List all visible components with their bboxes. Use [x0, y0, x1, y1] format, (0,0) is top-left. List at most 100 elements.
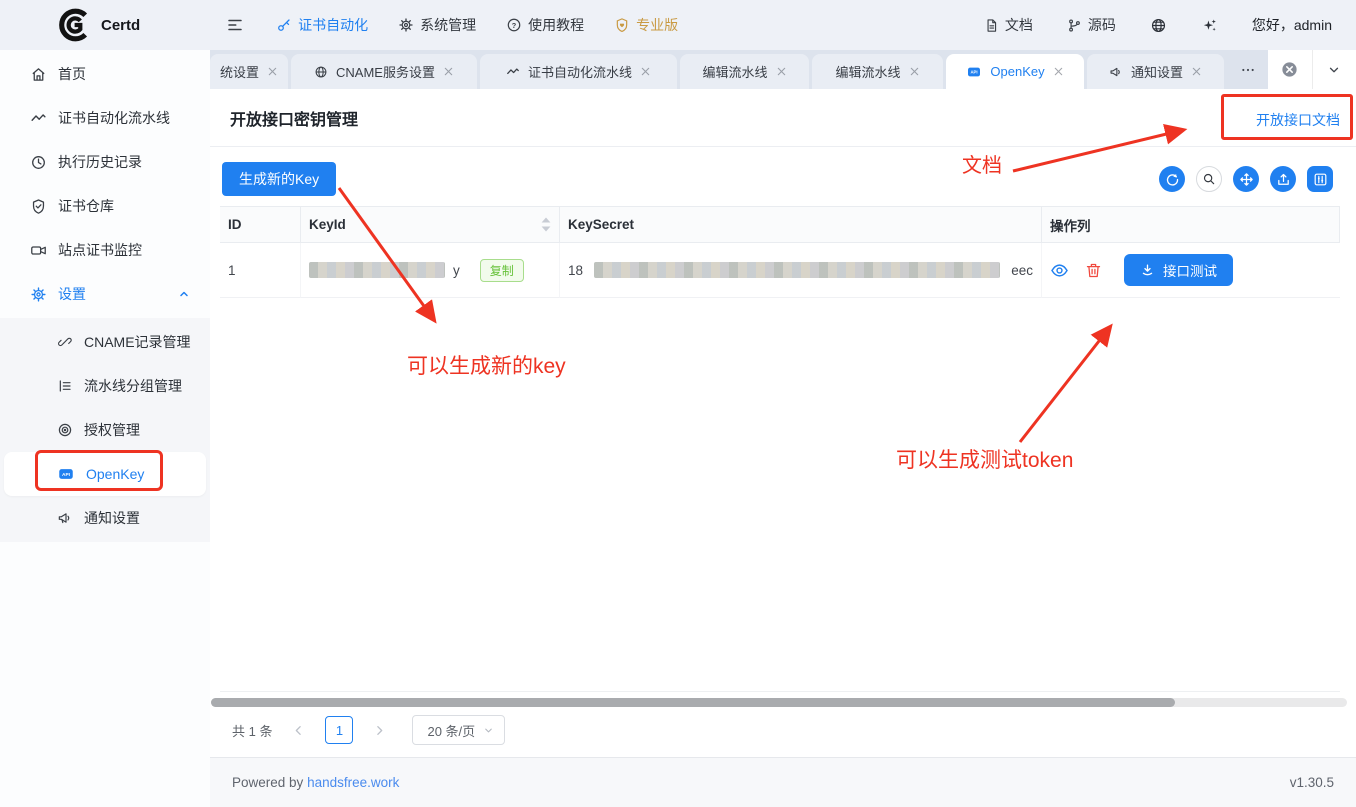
- api-test-button[interactable]: 接口测试: [1124, 254, 1233, 286]
- column-settings-button[interactable]: [1307, 166, 1333, 192]
- close-tab-icon[interactable]: [1191, 66, 1202, 77]
- pagination: 共 1 条 1 20 条/页: [232, 715, 505, 745]
- page-size-select[interactable]: 20 条/页: [412, 715, 505, 745]
- api-test-label: 接口测试: [1163, 260, 1217, 280]
- column-header-id: ID: [220, 206, 301, 243]
- close-all-tabs-button[interactable]: [1268, 50, 1312, 89]
- topnav-tutorial[interactable]: ? 使用教程: [506, 15, 584, 35]
- handsfree-link[interactable]: handsfree.work: [307, 775, 399, 790]
- table-row: 1 y 复制 18 eec: [220, 243, 1340, 298]
- api-badge-icon: API: [57, 465, 75, 483]
- delete-trash-icon[interactable]: [1085, 262, 1102, 279]
- copy-button[interactable]: 复制: [480, 259, 524, 282]
- tab-settings-partial[interactable]: 统设置: [210, 54, 288, 89]
- git-branch-icon: [1067, 18, 1082, 33]
- column-header-keysecret: KeySecret: [560, 206, 1042, 243]
- close-tab-icon[interactable]: [443, 66, 454, 77]
- sort-icon[interactable]: [541, 217, 551, 232]
- close-tab-icon[interactable]: [909, 66, 920, 77]
- sidebar-item-history[interactable]: 执行历史记录: [0, 140, 210, 184]
- document-icon: [984, 18, 999, 33]
- export-button[interactable]: [1270, 166, 1296, 192]
- sidebar: 首页 证书自动化流水线 执行历史记录 证书仓库: [0, 50, 210, 807]
- link-icon: [57, 334, 73, 350]
- tab-bar: 统设置 CNAME服务设置 证书自动化流水线 编辑流水线: [210, 50, 1356, 89]
- tab-openkey[interactable]: API OpenKey: [946, 54, 1084, 89]
- globe-language-icon[interactable]: [1150, 17, 1167, 34]
- tab-edit-pipeline-1[interactable]: 编辑流水线: [680, 54, 809, 89]
- tab-cert-pipelines[interactable]: 证书自动化流水线: [480, 54, 677, 89]
- version-text: v1.30.5: [1290, 775, 1334, 790]
- top-navigation: 证书自动化 系统管理 ? 使用教程: [276, 15, 678, 35]
- gear-icon: [30, 286, 47, 303]
- sidebar-item-site-monitor[interactable]: 站点证书监控: [0, 228, 210, 272]
- tab-label: 统设置: [220, 62, 259, 81]
- view-eye-icon[interactable]: [1050, 261, 1069, 280]
- topnav-docs[interactable]: 文档: [984, 15, 1033, 35]
- tab-edit-pipeline-2[interactable]: 编辑流水线: [812, 54, 943, 89]
- sidebar-item-openkey[interactable]: API OpenKey: [4, 452, 206, 496]
- tab-label: 通知设置: [1131, 62, 1183, 81]
- refresh-button[interactable]: [1159, 166, 1185, 192]
- sidebar-item-authorization[interactable]: 授权管理: [0, 408, 210, 452]
- user-greeting[interactable]: 您好，admin: [1252, 15, 1332, 35]
- sidebar-label: 证书仓库: [58, 196, 114, 216]
- close-tab-icon[interactable]: [1053, 66, 1064, 77]
- page-number-button[interactable]: 1: [325, 716, 353, 744]
- generate-key-button[interactable]: 生成新的Key: [222, 162, 336, 196]
- openkey-table: ID KeyId KeySecret 操作列 1 y 复制 18: [220, 206, 1340, 692]
- topnav-cert-automation[interactable]: 证书自动化: [276, 15, 368, 35]
- close-tab-icon[interactable]: [267, 66, 278, 77]
- question-glyph: ?: [512, 21, 517, 30]
- sidebar-item-pipelines[interactable]: 证书自动化流水线: [0, 96, 210, 140]
- redacted-keyid: [309, 262, 445, 278]
- tab-more-menu[interactable]: [1230, 50, 1265, 89]
- column-header-keyid[interactable]: KeyId: [301, 206, 560, 243]
- cell-actions: 接口测试: [1042, 243, 1340, 298]
- close-tab-icon[interactable]: [776, 66, 787, 77]
- sidebar-item-cert-store[interactable]: 证书仓库: [0, 184, 210, 228]
- megaphone-icon: [1109, 65, 1123, 79]
- topnav-source-code[interactable]: 源码: [1067, 15, 1116, 35]
- sidebar-item-pipeline-groups[interactable]: 流水线分组管理: [0, 364, 210, 408]
- certd-logo-icon: [56, 7, 92, 43]
- chevron-up-icon: [178, 288, 190, 300]
- pipeline-icon: [30, 110, 47, 127]
- sidebar-label: 站点证书监控: [58, 240, 142, 260]
- history-clock-icon: [30, 154, 47, 171]
- expand-button[interactable]: [1233, 166, 1259, 192]
- prev-page-button[interactable]: [292, 724, 305, 737]
- horizontal-scrollbar[interactable]: [211, 698, 1347, 707]
- tab-list-dropdown[interactable]: [1312, 50, 1356, 89]
- tab-cname-service[interactable]: CNAME服务设置: [291, 54, 477, 89]
- topnav-system-settings[interactable]: 系统管理: [398, 15, 476, 35]
- globe-icon: [314, 65, 328, 79]
- sidebar-item-settings[interactable]: 设置: [0, 272, 210, 316]
- search-button[interactable]: [1196, 166, 1222, 192]
- menu-fold-icon[interactable]: [226, 16, 244, 34]
- api-glyph: API: [62, 472, 71, 478]
- sidebar-item-notifications[interactable]: 通知设置: [0, 496, 210, 540]
- next-page-button[interactable]: [373, 724, 386, 737]
- topnav-pro-edition[interactable]: 专业版: [614, 15, 678, 35]
- topbar-right: 文档 源码 您好，admin: [984, 15, 1356, 35]
- sidebar-label: 通知设置: [84, 508, 140, 528]
- table-toolbar: [1159, 166, 1333, 192]
- topnav-label: 源码: [1088, 15, 1116, 35]
- sidebar-item-cname-records[interactable]: CNAME记录管理: [0, 320, 210, 364]
- sparkles-icon[interactable]: [1201, 17, 1218, 34]
- sidebar-label: CNAME记录管理: [84, 332, 191, 352]
- open-api-docs-link[interactable]: 开放接口文档: [1256, 110, 1340, 130]
- close-tab-icon[interactable]: [640, 66, 651, 77]
- tab-notifications[interactable]: 通知设置: [1087, 54, 1224, 89]
- cell-id: 1: [220, 243, 301, 298]
- tab-label: 证书自动化流水线: [528, 62, 632, 81]
- settings-submenu: CNAME记录管理 流水线分组管理 授权管理 API: [0, 318, 210, 542]
- sidebar-label: 设置: [58, 284, 86, 304]
- download-token-icon: [1140, 263, 1155, 278]
- api-badge-icon: API: [966, 64, 982, 80]
- scrollbar-thumb[interactable]: [211, 698, 1175, 707]
- sidebar-item-home[interactable]: 首页: [0, 52, 210, 96]
- topnav-label: 文档: [1005, 15, 1033, 35]
- sidebar-label: 执行历史记录: [58, 152, 142, 172]
